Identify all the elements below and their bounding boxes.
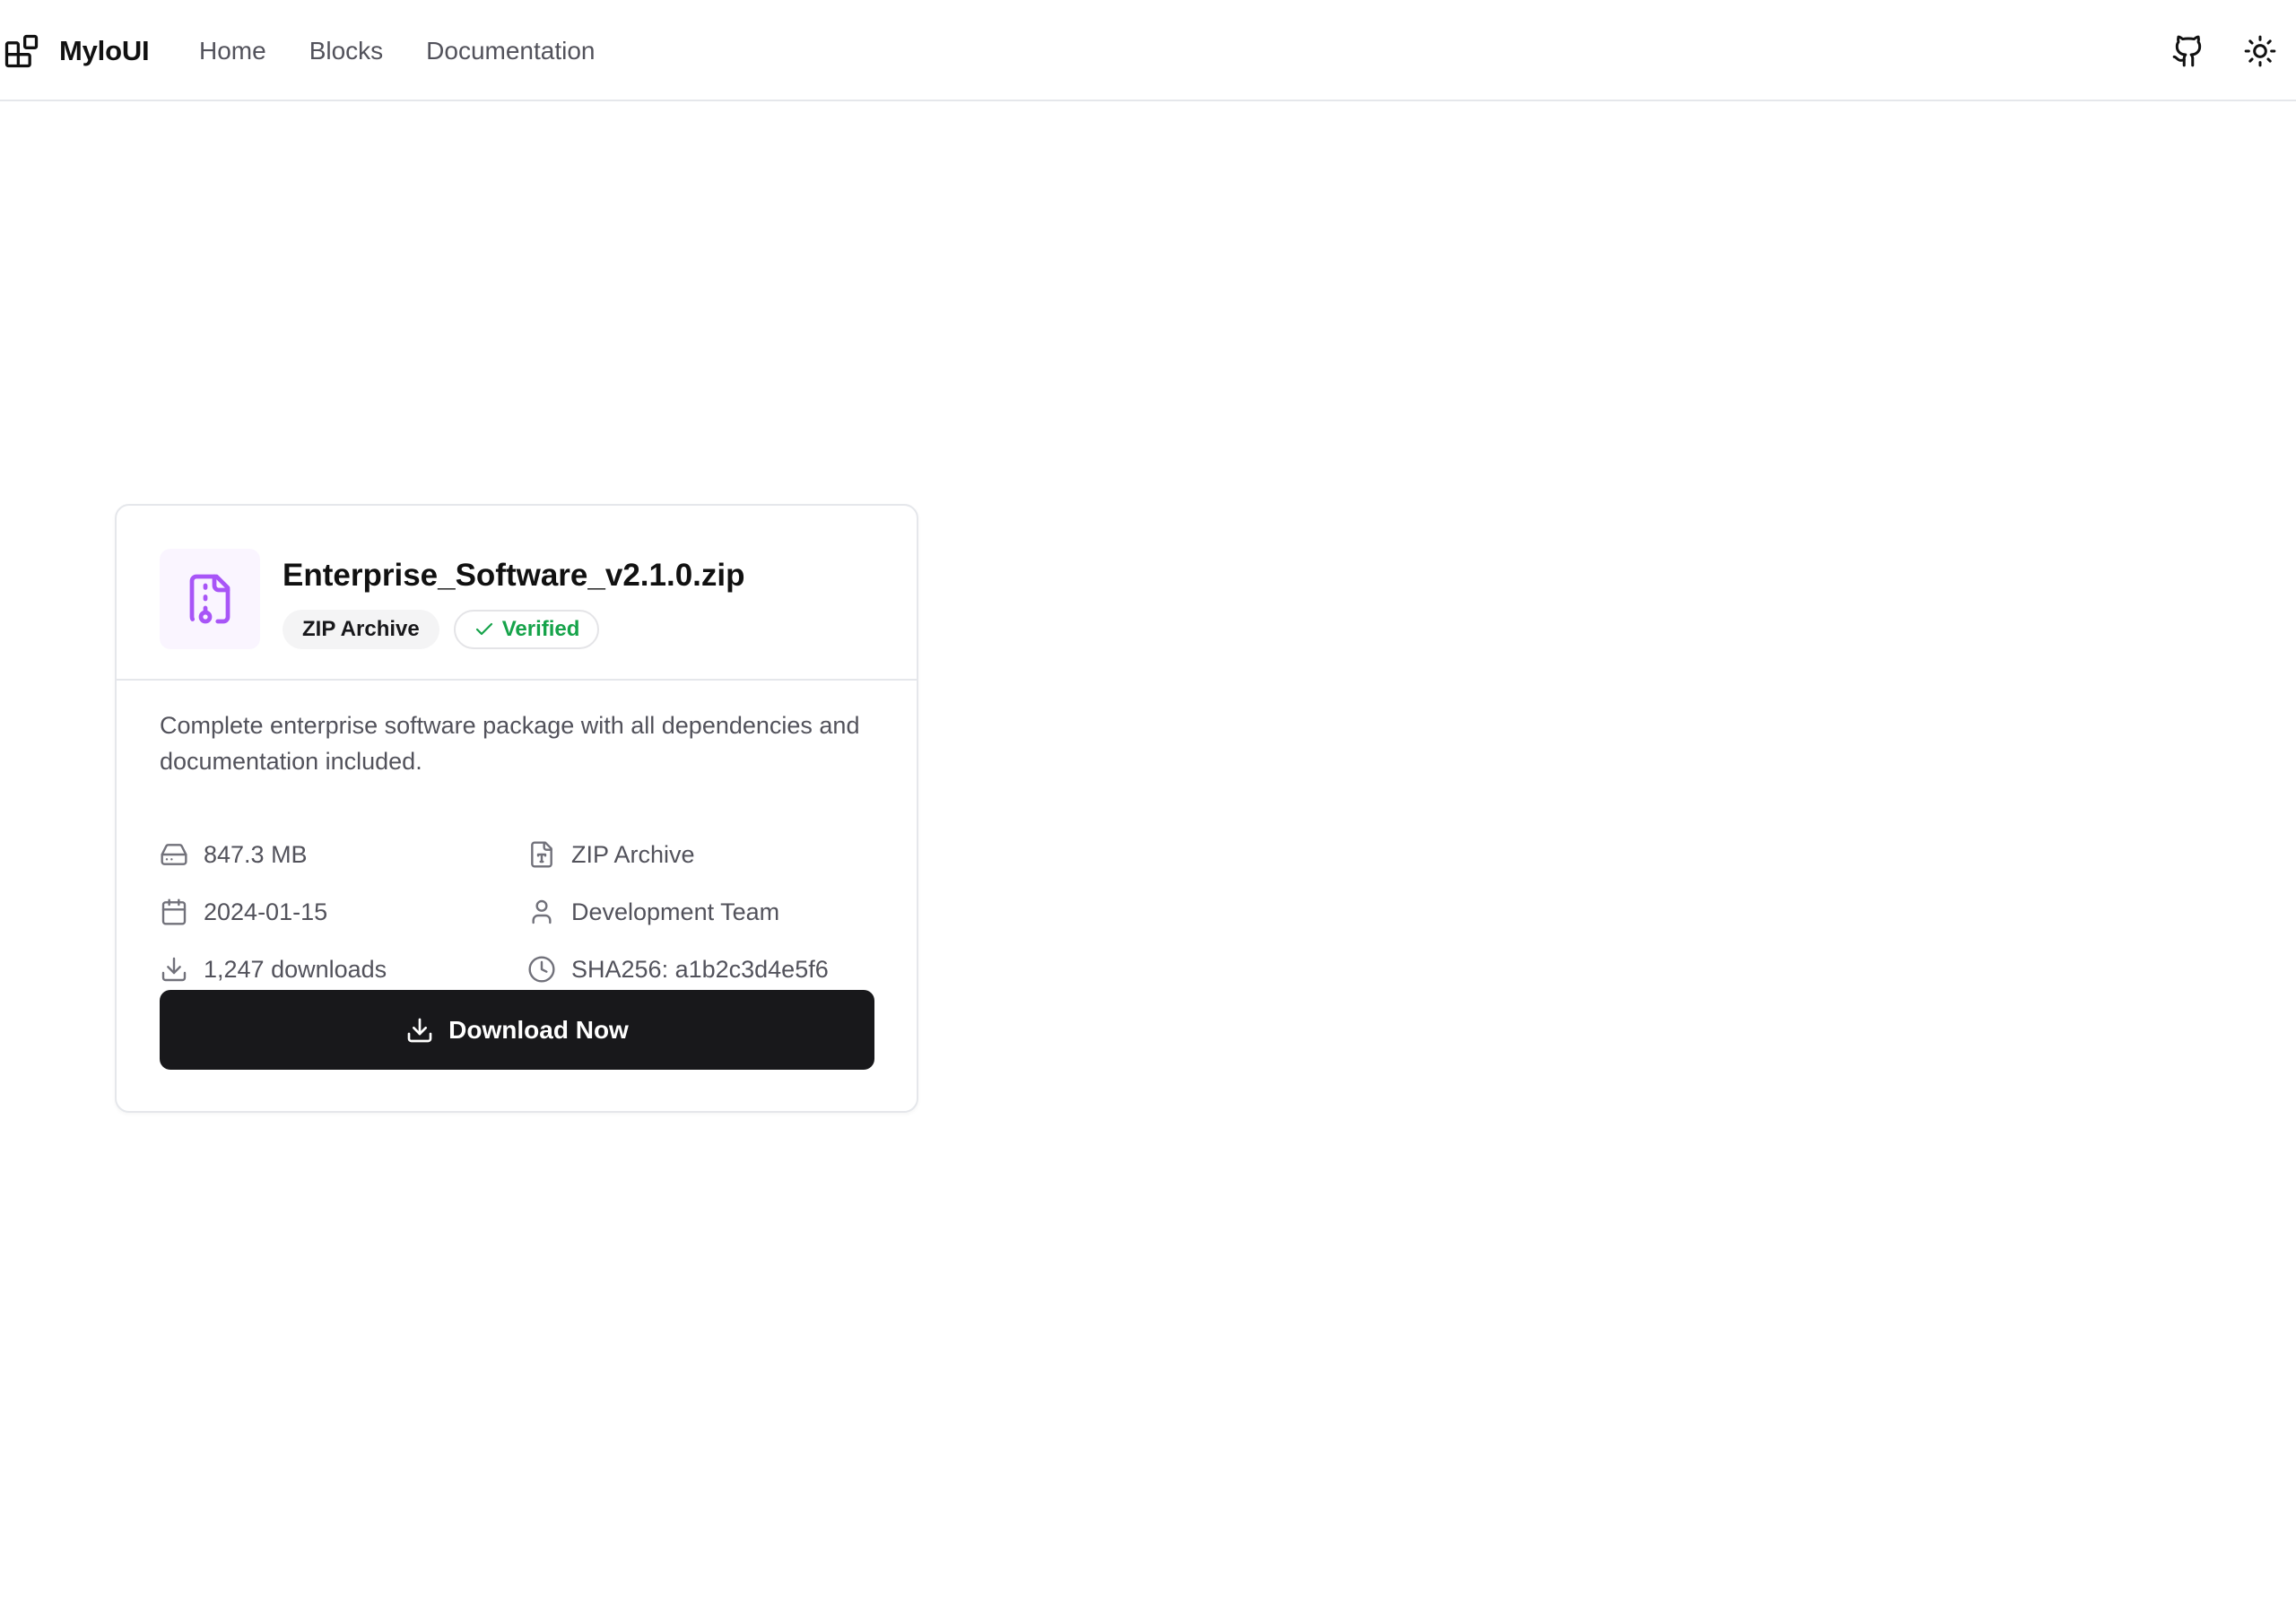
verified-badge: Verified — [453, 610, 600, 649]
meta-file-type-value: ZIP Archive — [571, 840, 695, 868]
meta-date-value: 2024-01-15 — [204, 898, 328, 925]
meta-file-type: ZIP Archive — [527, 826, 877, 883]
file-download-card: Enterprise_Software_v2.1.0.zip ZIP Archi… — [115, 504, 918, 1113]
main-nav: Home Blocks Documentation — [199, 0, 596, 101]
top-navbar: MyloUI Home Blocks Documentation — [0, 0, 2296, 101]
meta-file-size: 847.3 MB — [160, 826, 527, 883]
calendar-icon — [161, 898, 187, 925]
check-icon — [475, 622, 492, 636]
meta-author-value: Development Team — [571, 898, 780, 925]
download-now-label: Download Now — [448, 1015, 629, 1044]
download-now-button[interactable]: Download Now — [160, 990, 874, 1070]
nav-link-documentation[interactable]: Documentation — [426, 37, 595, 65]
verified-badge-label: Verified — [501, 617, 580, 641]
meta-checksum-value: SHA256: a1b2c3d4e5f6 — [571, 955, 829, 983]
file-archive-icon — [189, 574, 230, 624]
brand-name: MyloUI — [59, 34, 150, 66]
github-button[interactable] — [2152, 15, 2224, 87]
file-type-badge: ZIP Archive — [283, 610, 439, 649]
file-type-icon — [531, 841, 552, 868]
user-icon — [532, 899, 552, 924]
download-icon — [161, 957, 187, 982]
nav-link-home[interactable]: Home — [199, 37, 266, 65]
file-metadata-grid: 847.3 MB ZIP Archive 2024-01-15 Developm… — [160, 826, 877, 998]
sun-icon — [2244, 35, 2276, 66]
hard-drive-icon — [161, 844, 187, 865]
brand-logo-link[interactable]: MyloUI — [2, 0, 150, 101]
clock-icon — [528, 956, 555, 983]
meta-date: 2024-01-15 — [160, 883, 527, 941]
card-header: Enterprise_Software_v2.1.0.zip ZIP Archi… — [117, 506, 917, 681]
file-icon-container — [160, 549, 260, 649]
github-icon — [2172, 35, 2202, 66]
card-body: Complete enterprise software package wit… — [160, 681, 877, 983]
theme-toggle-button[interactable] — [2224, 15, 2296, 87]
nav-link-blocks[interactable]: Blocks — [309, 37, 383, 65]
top-actions — [2152, 0, 2296, 101]
file-description: Complete enterprise software package wit… — [160, 712, 860, 775]
file-name: Enterprise_Software_v2.1.0.zip — [283, 558, 745, 593]
meta-downloads-value: 1,247 downloads — [204, 955, 387, 983]
meta-file-size-value: 847.3 MB — [204, 840, 308, 868]
meta-author: Development Team — [527, 883, 877, 941]
blocks-icon — [4, 34, 39, 67]
download-icon — [407, 1018, 432, 1042]
badge-row: ZIP Archive Verified — [283, 610, 600, 649]
